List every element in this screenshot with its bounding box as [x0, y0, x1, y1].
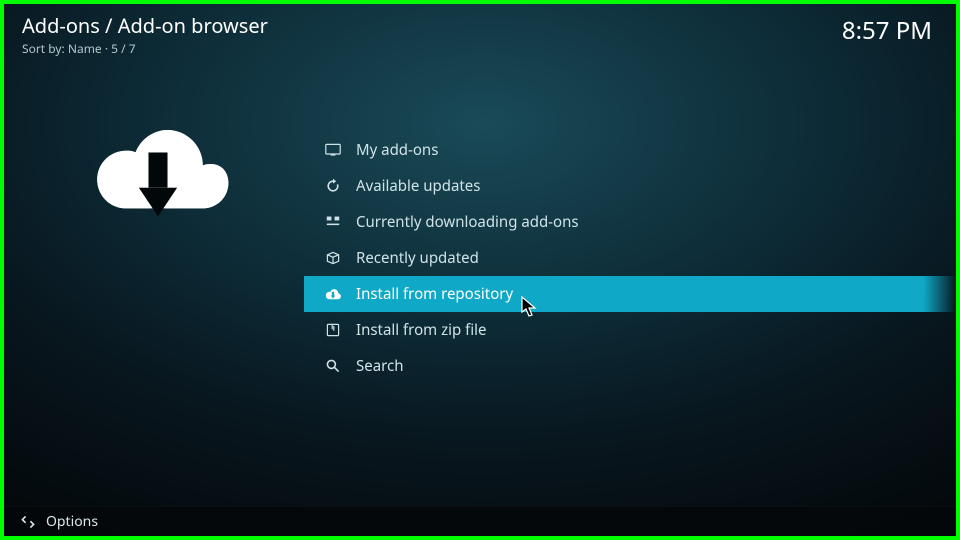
menu-item-label: My add-ons [356, 140, 438, 160]
menu-item-install-from-repository[interactable]: Install from repository [304, 276, 956, 312]
options-button[interactable]: Options [46, 512, 98, 531]
menu-item-available-updates[interactable]: Available updates [304, 168, 956, 204]
addon-menu: My add-ons Available updates Currently d… [304, 132, 956, 384]
box-icon [320, 250, 346, 266]
header: Add-ons / Add-on browser Sort by: Name ·… [22, 12, 932, 57]
menu-item-recently-updated[interactable]: Recently updated [304, 240, 956, 276]
refresh-icon [320, 178, 346, 194]
search-icon [320, 358, 346, 374]
cloud-download-large-icon [78, 98, 238, 258]
menu-item-label: Search [356, 356, 403, 376]
addons-icon [320, 143, 346, 157]
breadcrumb-title: Add-ons / Add-on browser [22, 12, 268, 39]
menu-item-currently-downloading[interactable]: Currently downloading add-ons [304, 204, 956, 240]
menu-item-label: Available updates [356, 176, 480, 196]
menu-item-label: Install from zip file [356, 320, 486, 340]
menu-item-label: Recently updated [356, 248, 479, 268]
cloud-download-icon [320, 287, 346, 301]
menu-item-label: Currently downloading add-ons [356, 212, 579, 232]
menu-item-search[interactable]: Search [304, 348, 956, 384]
clock: 8:57 PM [842, 14, 932, 57]
sort-info: Sort by: Name · 5 / 7 [22, 40, 268, 57]
options-icon[interactable] [20, 514, 36, 530]
footer: Options [4, 506, 956, 536]
menu-item-my-addons[interactable]: My add-ons [304, 132, 956, 168]
menu-item-install-from-zip[interactable]: Install from zip file [304, 312, 956, 348]
zip-icon [320, 322, 346, 338]
menu-item-label: Install from repository [356, 284, 513, 304]
downloading-icon [320, 215, 346, 229]
